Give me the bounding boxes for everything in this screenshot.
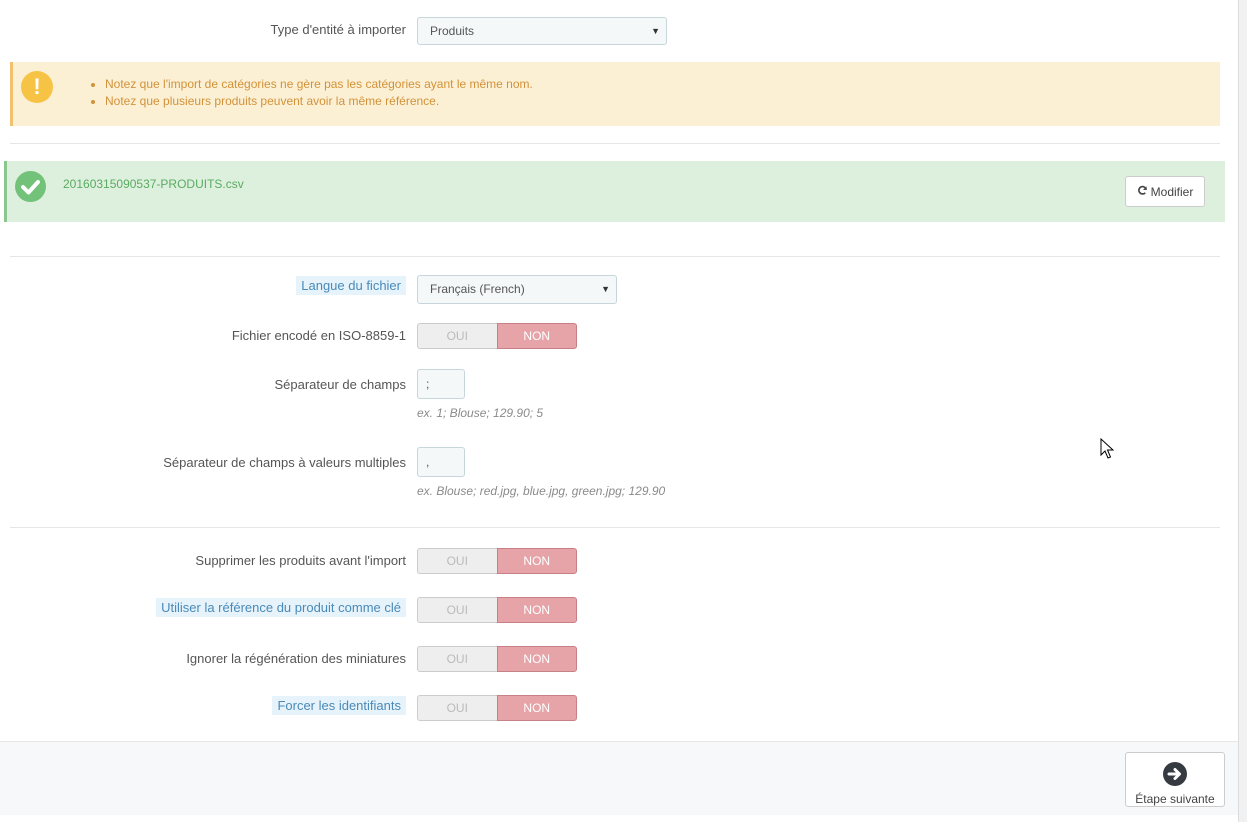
check-circle-icon [15, 171, 46, 202]
force-ids-switch[interactable]: OUI NON [417, 695, 577, 721]
warning-alert: ! Notez que l'import de catégories ne gè… [10, 62, 1220, 126]
force-ids-label: Forcer les identifiants [272, 696, 406, 715]
caret-down-icon: ▼ [601, 284, 610, 294]
entity-type-select[interactable]: Produits ▼ [417, 17, 667, 45]
entity-type-value: Produits [430, 24, 475, 38]
divider [10, 527, 1220, 528]
iso-encoding-row: Fichier encodé en ISO-8859-1 OUI NON [0, 323, 1220, 351]
use-reference-row: Utiliser la référence du produit comme c… [0, 597, 1220, 625]
next-step-button[interactable]: Étape suivante [1125, 752, 1225, 807]
iso-encoding-label: Fichier encodé en ISO-8859-1 [231, 328, 406, 343]
entity-type-label: Type d'entité à importer [270, 22, 406, 37]
switch-no[interactable]: NON [496, 646, 577, 672]
file-language-row: Langue du fichier Français (French) ▼ [0, 275, 1220, 304]
divider [10, 256, 1220, 257]
warning-item: Notez que plusieurs produits peuvent avo… [105, 94, 533, 109]
switch-no[interactable]: NON [496, 323, 577, 349]
next-step-label: Étape suivante [1135, 792, 1215, 806]
caret-down-icon: ▼ [651, 26, 660, 36]
multi-separator-input[interactable]: , [417, 447, 465, 477]
switch-yes[interactable]: OUI [417, 597, 497, 623]
exclamation-icon: ! [21, 71, 53, 103]
modify-file-button[interactable]: Modifier [1125, 176, 1205, 207]
uploaded-file-name: 20160315090537-PRODUITS.csv [63, 177, 244, 191]
field-separator-label: Séparateur de champs [274, 377, 406, 392]
use-reference-label: Utiliser la référence du produit comme c… [156, 598, 406, 617]
warning-item: Notez que l'import de catégories ne gère… [105, 77, 533, 92]
delete-products-row: Supprimer les produits avant l'import OU… [0, 548, 1220, 576]
file-language-select[interactable]: Français (French) ▼ [417, 275, 617, 304]
mouse-cursor-icon [1100, 437, 1115, 463]
file-language-value: Français (French) [430, 282, 525, 296]
form-footer: Étape suivante [0, 741, 1239, 815]
field-separator-help: ex. 1; Blouse; 129.90; 5 [417, 406, 544, 420]
delete-products-label: Supprimer les produits avant l'import [195, 553, 406, 568]
switch-yes[interactable]: OUI [417, 323, 497, 349]
switch-yes[interactable]: OUI [417, 695, 497, 721]
skip-thumbnails-switch[interactable]: OUI NON [417, 646, 577, 672]
iso-encoding-switch[interactable]: OUI NON [417, 323, 577, 349]
warning-list: Notez que l'import de catégories ne gère… [91, 77, 533, 111]
scrollbar[interactable] [1238, 0, 1247, 822]
switch-yes[interactable]: OUI [417, 646, 497, 672]
multi-separator-label: Séparateur de champs à valeurs multiples [163, 455, 406, 470]
switch-no[interactable]: NON [496, 548, 577, 574]
multi-separator-help: ex. Blouse; red.jpg, blue.jpg, green.jpg… [417, 484, 666, 498]
skip-thumbnails-row: Ignorer la régénération des miniatures O… [0, 646, 1220, 674]
field-separator-row: Séparateur de champs ; ex. 1; Blouse; 12… [0, 369, 1220, 420]
divider [10, 143, 1220, 144]
multi-separator-row: Séparateur de champs à valeurs multiples… [0, 447, 1220, 498]
switch-no[interactable]: NON [496, 597, 577, 623]
skip-thumbnails-label: Ignorer la régénération des miniatures [186, 651, 406, 666]
arrow-right-circle-icon [1162, 762, 1188, 790]
use-reference-switch[interactable]: OUI NON [417, 597, 577, 623]
file-success-alert: 20160315090537-PRODUITS.csv Modifier [4, 161, 1225, 222]
switch-no[interactable]: NON [496, 695, 577, 721]
force-ids-row: Forcer les identifiants OUI NON [0, 695, 1220, 723]
modify-button-label: Modifier [1150, 184, 1194, 199]
delete-products-switch[interactable]: OUI NON [417, 548, 577, 574]
entity-type-row: Type d'entité à importer Produits ▼ [0, 17, 1220, 45]
field-separator-input[interactable]: ; [417, 369, 465, 399]
switch-yes[interactable]: OUI [417, 548, 497, 574]
refresh-icon [1137, 185, 1148, 199]
file-language-label: Langue du fichier [296, 276, 406, 295]
